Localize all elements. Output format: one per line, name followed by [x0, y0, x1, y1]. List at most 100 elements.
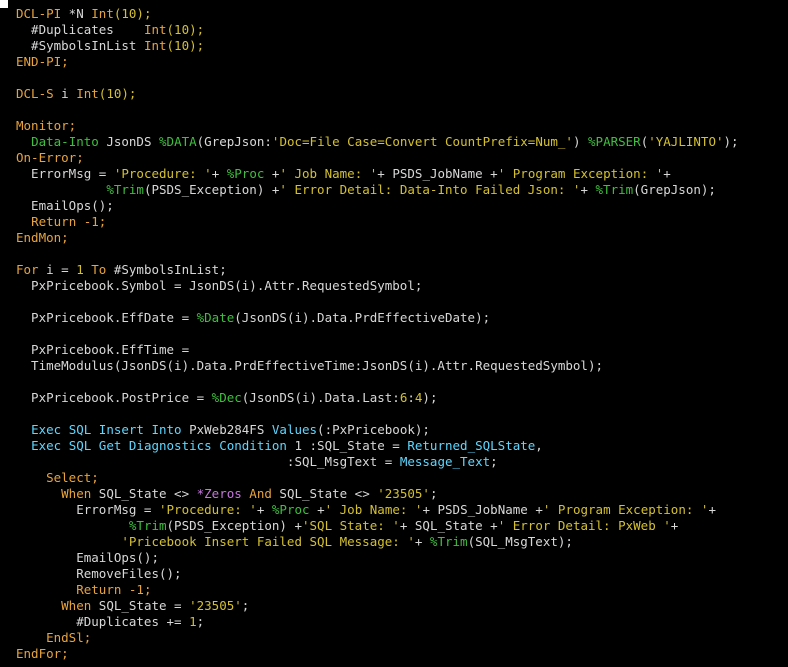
code-token: +: [264, 166, 280, 181]
code-token: Int: [143, 38, 167, 53]
code-token: SQL_State =: [91, 598, 190, 613]
code-line: #Duplicates Int(10);: [0, 22, 788, 38]
code-token: );: [422, 390, 438, 405]
code-token: ' Error Detail: Data-Into Failed Json: ': [279, 182, 581, 197]
code-token: +: [309, 502, 325, 517]
code-line: Return -1;: [0, 214, 788, 230]
code-token: DCL-PI: [16, 6, 62, 21]
code-token: + SQL_State +: [399, 518, 498, 533]
code-line: ErrorMsg = 'Procedure: '+ %Proc +' Job N…: [0, 166, 788, 182]
code-token: ' Program Exception: ': [497, 166, 664, 181]
code-line: END-PI;: [0, 54, 788, 70]
code-token: '23505': [189, 598, 242, 613]
code-token: -1;: [76, 214, 107, 229]
code-token: %Dec: [211, 390, 242, 405]
code-token: 1 :SQL_State =: [286, 438, 408, 453]
code-token: #Duplicates +=: [16, 614, 190, 629]
code-token: ): [572, 134, 589, 149]
code-line: For i = 1 To #SymbolsInList;: [0, 262, 788, 278]
code-line: #Duplicates += 1;: [0, 614, 788, 630]
code-token: +: [670, 518, 679, 533]
code-token: On-Error;: [16, 150, 84, 165]
code-line: :SQL_MsgText = Message_Text;: [0, 454, 788, 470]
code-token: (:PxPricebook);: [317, 422, 430, 437]
code-line: PxPricebook.EffDate = %Date(JsonDS(i).Da…: [0, 310, 788, 326]
code-token: DCL-S: [16, 86, 54, 101]
code-token: Exec SQL Insert Into: [31, 422, 182, 437]
code-line: EndSl;: [0, 630, 788, 646]
code-token: EndSl;: [46, 630, 92, 645]
code-token: #SymbolsInList;: [106, 262, 227, 277]
code-token: :: [407, 390, 415, 405]
code-token: 'Procedure: ': [113, 166, 212, 181]
code-token: 'SQL State: ': [302, 518, 400, 533]
code-line: RemoveFiles();: [0, 566, 788, 582]
code-line: TimeModulus(JsonDS(i).Data.PrdEffectiveT…: [0, 358, 788, 374]
code-line: %Trim(PSDS_Exception) +' Error Detail: D…: [0, 182, 788, 198]
code-line: EndFor;: [0, 646, 788, 662]
code-token: ' Job Name: ': [324, 502, 423, 517]
code-token: ' Error Detail: PxWeb ': [497, 518, 671, 533]
code-line: DCL-S i Int(10);: [0, 86, 788, 102]
code-token: SQL_State <>: [271, 486, 378, 501]
code-line: Return -1;: [0, 582, 788, 598]
code-editor[interactable]: DCL-PI *N Int(10); #Duplicates Int(10); …: [0, 0, 788, 667]
code-token: #Duplicates: [16, 22, 144, 37]
code-token: Return: [76, 582, 122, 597]
text-cursor: [0, 0, 8, 8]
code-token: #SymbolsInList: [16, 38, 144, 53]
code-line: Select;: [0, 470, 788, 486]
code-token: :SQL_MsgText =: [16, 454, 400, 469]
code-token: (GrepJson);: [633, 182, 716, 197]
code-token: );: [723, 134, 739, 149]
code-token: Exec SQL Get Diagnostics Condition: [31, 438, 287, 453]
code-token: i: [53, 86, 77, 101]
code-token: PxPricebook.EffTime =: [16, 342, 190, 357]
code-token: (GrepJson:: [196, 134, 272, 149]
code-token: '23505': [377, 486, 430, 501]
code-line: EmailOps();: [0, 550, 788, 566]
code-token: (10);: [98, 86, 137, 101]
code-line: PxPricebook.EffTime =: [0, 342, 788, 358]
code-token: END-PI;: [16, 54, 69, 69]
code-line: PxPricebook.Symbol = JsonDS(i).Attr.Requ…: [0, 278, 788, 294]
code-token: ;: [241, 598, 250, 613]
code-token: 'Pricebook Insert Failed SQL Message: ': [121, 534, 415, 549]
code-token: %Trim: [106, 182, 144, 197]
code-token: +: [256, 502, 272, 517]
code-token: ' Job Name: ': [279, 166, 378, 181]
code-token: EmailOps();: [16, 198, 114, 213]
code-line: ErrorMsg = 'Procedure: '+ %Proc +' Job N…: [0, 502, 788, 518]
code-token: +: [580, 182, 596, 197]
code-token: (JsonDS(i).Data.Last:: [241, 390, 400, 405]
code-token: ' Program Exception: ': [542, 502, 709, 517]
code-token: PxPricebook.EffDate =: [16, 310, 197, 325]
code-token: RemoveFiles();: [16, 566, 182, 581]
code-token: Values: [271, 422, 318, 437]
code-token: ;: [429, 486, 438, 501]
code-token: Select;: [46, 470, 99, 485]
code-token: + PSDS_JobName +: [377, 166, 498, 181]
code-token: %Trim: [128, 518, 167, 533]
code-line: When SQL_State = '23505';: [0, 598, 788, 614]
code-token: (10);: [166, 22, 205, 37]
code-token: JsonDS: [98, 134, 160, 149]
code-token: + PSDS_JobName +: [422, 502, 543, 517]
code-token: +: [211, 166, 227, 181]
code-token: -1;: [121, 582, 152, 597]
code-token: %Trim: [595, 182, 634, 197]
